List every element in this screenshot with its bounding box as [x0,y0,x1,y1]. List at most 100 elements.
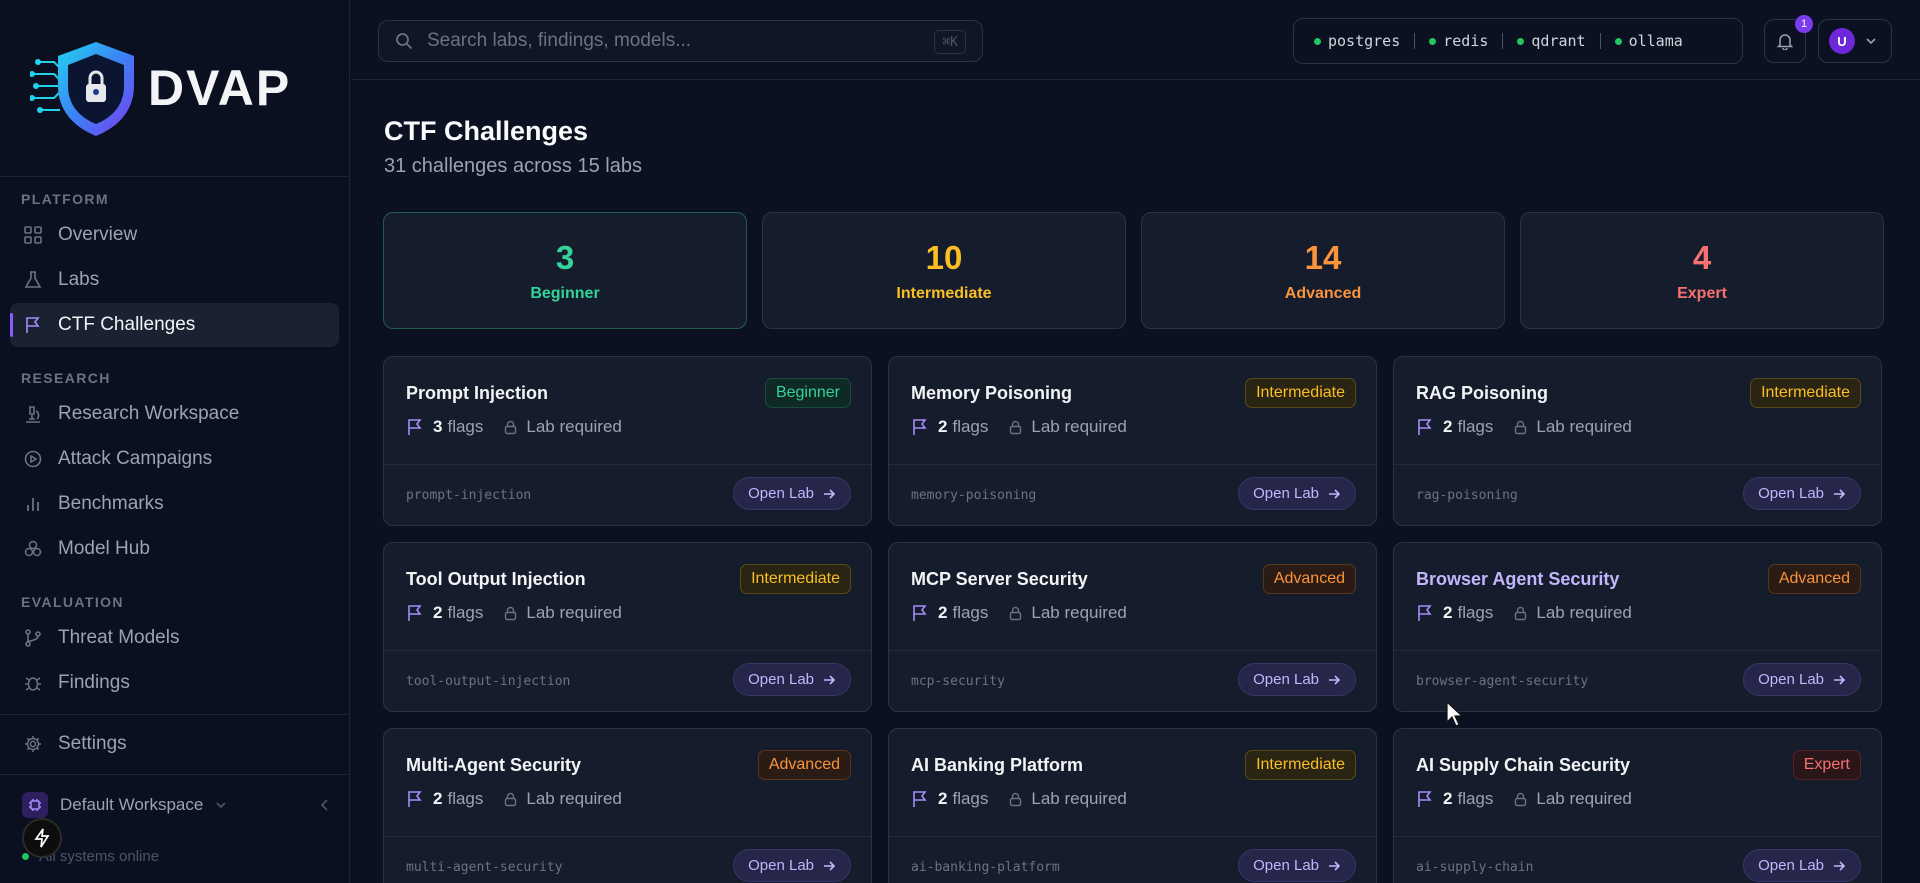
lab-required-label: Lab required [1536,789,1632,808]
challenge-title[interactable]: Browser Agent Security [1416,569,1619,590]
challenge-title[interactable]: Multi-Agent Security [406,755,581,776]
challenge-meta: 2 flags Lab required [406,789,622,809]
divider [889,464,1376,465]
challenge-card[interactable]: AI Supply Chain Security Expert 2 flags Lab … [1393,728,1882,883]
divider [384,464,871,465]
challenge-card[interactable]: Browser Agent Security Advanced 2 flags Lab … [1393,542,1882,712]
stat-label: Advanced [1284,284,1362,302]
flag-count: 2 [433,603,443,622]
challenge-card[interactable]: MCP Server Security Advanced 2 flags Lab req… [888,542,1377,712]
sidebar-item-research-workspace[interactable]: Research Workspace [10,392,339,436]
workspace-switcher[interactable]: Default Workspace [22,788,332,822]
difficulty-badge: Intermediate [1750,378,1861,408]
sidebar-item-findings[interactable]: Findings [10,661,339,705]
sidebar: DVAP PLATFORM Overview Labs CTF Challeng… [0,0,350,883]
flag-count: 2 [1443,417,1453,436]
open-lab-button[interactable]: Open Lab [1238,477,1356,510]
challenge-slug: memory-poisoning [911,488,1037,503]
challenge-card[interactable]: Prompt Injection Beginner 3 flags Lab requir… [383,356,872,526]
open-lab-button[interactable]: Open Lab [1743,849,1861,882]
workspace-chip-icon [22,792,48,818]
service-name: redis [1443,32,1489,50]
lab-required-label: Lab required [526,603,622,622]
arrow-right-icon [1832,673,1846,687]
play-circle-icon [24,450,42,468]
sidebar-item-label: Threat Models [58,627,180,648]
challenge-card[interactable]: Multi-Agent Security Advanced 2 flags Lab re… [383,728,872,883]
open-lab-button[interactable]: Open Lab [1238,849,1356,882]
arrow-right-icon [1327,487,1341,501]
divider [384,836,871,837]
arrow-right-icon [822,487,836,501]
bar-chart-icon [24,495,42,513]
sidebar-item-settings[interactable]: Settings [10,722,339,766]
divider [1394,836,1881,837]
open-lab-button[interactable]: Open Lab [733,849,851,882]
separator [1414,33,1416,49]
flag-icon [911,604,929,622]
arrow-right-icon [1832,859,1846,873]
challenge-title[interactable]: RAG Poisoning [1416,383,1548,404]
flags-label: flags [447,603,484,622]
flag-icon [911,790,929,808]
flag-icon [1416,604,1434,622]
bell-icon [1776,34,1794,50]
sidebar-item-label: Benchmarks [58,493,164,514]
flag-count: 2 [1443,603,1453,622]
sidebar-item-attack-campaigns[interactable]: Attack Campaigns [10,437,339,481]
stat-card-beginner: 3 Beginner [383,212,747,329]
sidebar-item-overview[interactable]: Overview [10,213,339,257]
difficulty-badge: Advanced [757,750,851,780]
notifications-button[interactable]: 1 [1764,15,1813,63]
flag-count: 2 [938,417,948,436]
search-input[interactable] [427,30,907,52]
challenge-meta: 2 flags Lab required [911,603,1127,623]
bolt-icon[interactable] [22,818,62,858]
divider [0,714,350,715]
nav-section-evaluation: EVALUATION [21,594,124,610]
arrow-right-icon [1832,487,1846,501]
challenge-meta: 3 flags Lab required [406,417,622,437]
challenge-title[interactable]: Tool Output Injection [406,569,586,590]
challenge-title[interactable]: AI Banking Platform [911,755,1083,776]
sidebar-item-ctf-challenges[interactable]: CTF Challenges [10,303,339,347]
sidebar-item-label: Settings [58,733,127,754]
flags-label: flags [952,603,989,622]
sidebar-item-labs[interactable]: Labs [10,258,339,302]
divider [889,650,1376,651]
page-title: CTF Challenges [384,116,589,146]
flags-label: flags [447,789,484,808]
lab-required-label: Lab required [526,417,622,436]
open-lab-button[interactable]: Open Lab [1743,663,1861,696]
challenge-card[interactable]: Tool Output Injection Intermediate 2 flags L… [383,542,872,712]
search-bar[interactable]: ⌘K [378,20,983,62]
challenge-slug: ai-supply-chain [1416,860,1534,875]
challenge-meta: 2 flags Lab required [1416,417,1632,437]
user-menu-button[interactable]: U [1818,19,1892,63]
collapse-sidebar-icon[interactable] [318,798,332,812]
challenge-title[interactable]: MCP Server Security [911,569,1088,590]
open-lab-button[interactable]: Open Lab [1743,477,1861,510]
challenge-card[interactable]: AI Banking Platform Intermediate 2 flags Lab… [888,728,1377,883]
challenge-card[interactable]: RAG Poisoning Intermediate 2 flags Lab requi… [1393,356,1882,526]
open-lab-button[interactable]: Open Lab [1238,663,1356,696]
challenge-slug: prompt-injection [406,488,532,503]
service-status-bar: postgres redis qdrant ollama [1293,18,1743,64]
sidebar-item-label: Research Workspace [58,403,240,424]
challenge-title[interactable]: Memory Poisoning [911,383,1072,404]
open-lab-button[interactable]: Open Lab [733,663,851,696]
challenge-card[interactable]: Memory Poisoning Intermediate 2 flags Lab re… [888,356,1377,526]
challenge-meta: 2 flags Lab required [1416,789,1632,809]
open-lab-button[interactable]: Open Lab [733,477,851,510]
flag-icon [24,316,42,334]
sidebar-item-threat-models[interactable]: Threat Models [10,616,339,660]
lab-required-label: Lab required [1536,603,1632,622]
logo-area[interactable]: DVAP [0,0,349,177]
sidebar-item-model-hub[interactable]: Model Hub [10,527,339,571]
difficulty-badge: Beginner [764,378,851,408]
lab-required-label: Lab required [526,789,622,808]
challenge-title[interactable]: AI Supply Chain Security [1416,755,1630,776]
challenge-title[interactable]: Prompt Injection [406,383,548,404]
sidebar-item-benchmarks[interactable]: Benchmarks [10,482,339,526]
flag-count: 3 [433,417,443,436]
